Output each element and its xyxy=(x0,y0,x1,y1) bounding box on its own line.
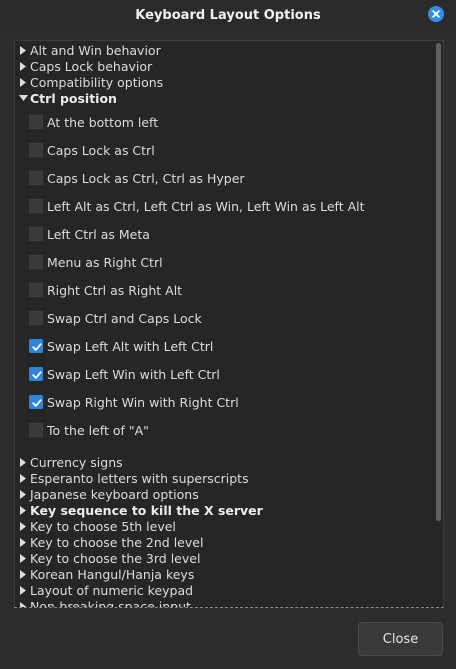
close-button[interactable]: Close xyxy=(358,622,443,656)
ctrl-option-row[interactable]: Swap Left Win with Left Ctrl xyxy=(29,364,220,384)
options-tree[interactable]: Alt and Win behavior Caps Lock behavior Co… xyxy=(14,40,444,608)
option-label: Swap Right Win with Right Ctrl xyxy=(47,394,239,410)
ctrl-option-row[interactable]: At the bottom left xyxy=(29,112,158,132)
tree-group-label: Caps Lock behavior xyxy=(30,58,153,74)
titlebar: Keyboard Layout Options xyxy=(0,0,456,31)
option-checkbox[interactable] xyxy=(29,255,43,269)
option-checkbox[interactable] xyxy=(29,143,43,157)
ctrl-option-row[interactable]: To the left of "A" xyxy=(29,420,149,440)
tree-group-label: Key to choose the 2nd level xyxy=(30,534,204,550)
tree-group-label: Key to choose 5th level xyxy=(30,518,176,534)
tree-group-row[interactable]: Korean Hangul/Hanja keys xyxy=(15,566,194,582)
tree-group-row[interactable]: Japanese keyboard options xyxy=(15,486,199,502)
tree-group-row[interactable]: Esperanto letters with superscripts xyxy=(15,470,249,486)
expander-closed-icon[interactable] xyxy=(18,518,28,534)
ctrl-option-row[interactable]: Menu as Right Ctrl xyxy=(29,252,163,272)
expander-closed-icon[interactable] xyxy=(18,550,28,566)
tree-group-row[interactable]: Layout of numeric keypad xyxy=(15,582,193,598)
tree-group-row[interactable]: Non-breaking space input xyxy=(15,598,191,608)
window-title: Keyboard Layout Options xyxy=(135,8,321,23)
option-checkbox[interactable] xyxy=(29,395,43,409)
tree-group-label: Alt and Win behavior xyxy=(30,42,161,58)
option-label: Caps Lock as Ctrl, Ctrl as Hyper xyxy=(47,170,245,186)
option-checkbox[interactable] xyxy=(29,367,43,381)
tree-group-row[interactable]: Currency signs xyxy=(15,454,123,470)
expander-closed-icon[interactable] xyxy=(18,502,28,518)
tree-group-row[interactable]: Key sequence to kill the X server xyxy=(15,502,263,518)
option-checkbox[interactable] xyxy=(29,283,43,297)
option-label: To the left of "A" xyxy=(47,422,149,438)
expander-closed-icon[interactable] xyxy=(18,74,28,90)
expander-closed-icon[interactable] xyxy=(18,486,28,502)
option-checkbox[interactable] xyxy=(29,171,43,185)
ctrl-option-row[interactable]: Left Alt as Ctrl, Left Ctrl as Win, Left… xyxy=(29,196,365,216)
tree-group-row[interactable]: Key to choose the 2nd level xyxy=(15,534,203,550)
ctrl-option-row[interactable]: Swap Right Win with Right Ctrl xyxy=(29,392,239,412)
expander-closed-icon[interactable] xyxy=(18,470,28,486)
tree-group-label: Key sequence to kill the X server xyxy=(30,502,263,518)
tree-group-label: Esperanto letters with superscripts xyxy=(30,470,249,486)
option-checkbox[interactable] xyxy=(29,423,43,437)
expander-closed-icon[interactable] xyxy=(18,582,28,598)
option-label: At the bottom left xyxy=(47,114,159,130)
tree-group-row[interactable]: Alt and Win behavior xyxy=(15,42,161,58)
tree-scrollbar[interactable] xyxy=(436,43,441,521)
tree-group-label: Ctrl position xyxy=(30,90,117,106)
option-label: Right Ctrl as Right Alt xyxy=(47,282,183,298)
expander-closed-icon[interactable] xyxy=(18,58,28,74)
tree-group-row[interactable]: Ctrl position xyxy=(15,90,117,106)
option-label: Caps Lock as Ctrl xyxy=(47,142,155,158)
option-checkbox[interactable] xyxy=(29,339,43,353)
option-checkbox[interactable] xyxy=(29,227,43,241)
option-label: Swap Left Alt with Left Ctrl xyxy=(47,338,214,354)
tree-group-row[interactable]: Key to choose 5th level xyxy=(15,518,176,534)
option-label: Left Ctrl as Meta xyxy=(47,226,150,242)
ctrl-option-row[interactable]: Swap Ctrl and Caps Lock xyxy=(29,308,202,328)
ctrl-option-row[interactable]: Right Ctrl as Right Alt xyxy=(29,280,182,300)
ctrl-option-row[interactable]: Caps Lock as Ctrl xyxy=(29,140,155,160)
ctrl-option-row[interactable]: Swap Left Alt with Left Ctrl xyxy=(29,336,213,356)
expander-closed-icon[interactable] xyxy=(18,454,28,470)
expander-closed-icon[interactable] xyxy=(18,598,28,607)
option-label: Left Alt as Ctrl, Left Ctrl as Win, Left… xyxy=(47,198,365,214)
expander-closed-icon[interactable] xyxy=(18,42,28,58)
option-label: Menu as Right Ctrl xyxy=(47,254,163,270)
tree-group-label: Currency signs xyxy=(30,454,123,470)
expander-closed-icon[interactable] xyxy=(18,534,28,550)
ctrl-option-row[interactable]: Caps Lock as Ctrl, Ctrl as Hyper xyxy=(29,168,245,188)
option-label: Swap Left Win with Left Ctrl xyxy=(47,366,220,382)
tree-group-row[interactable]: Key to choose the 3rd level xyxy=(15,550,200,566)
tree-group-row[interactable]: Compatibility options xyxy=(15,74,163,90)
tree-group-label: Non-breaking space input xyxy=(30,598,191,608)
tree-group-label: Korean Hangul/Hanja keys xyxy=(30,566,195,582)
option-checkbox[interactable] xyxy=(29,115,43,129)
tree-group-row[interactable]: Caps Lock behavior xyxy=(15,58,152,74)
tree-group-label: Japanese keyboard options xyxy=(30,486,199,502)
window-close-icon[interactable] xyxy=(428,6,444,22)
expander-closed-icon[interactable] xyxy=(18,566,28,582)
option-checkbox[interactable] xyxy=(29,199,43,213)
option-checkbox[interactable] xyxy=(29,311,43,325)
tree-group-label: Layout of numeric keypad xyxy=(30,582,194,598)
expander-open-icon[interactable] xyxy=(18,90,28,106)
option-label: Swap Ctrl and Caps Lock xyxy=(47,310,202,326)
keyboard-layout-options-dialog: Keyboard Layout Options Alt and Win beha… xyxy=(0,0,456,669)
tree-group-label: Key to choose the 3rd level xyxy=(30,550,201,566)
tree-group-label: Compatibility options xyxy=(30,74,164,90)
ctrl-option-row[interactable]: Left Ctrl as Meta xyxy=(29,224,150,244)
